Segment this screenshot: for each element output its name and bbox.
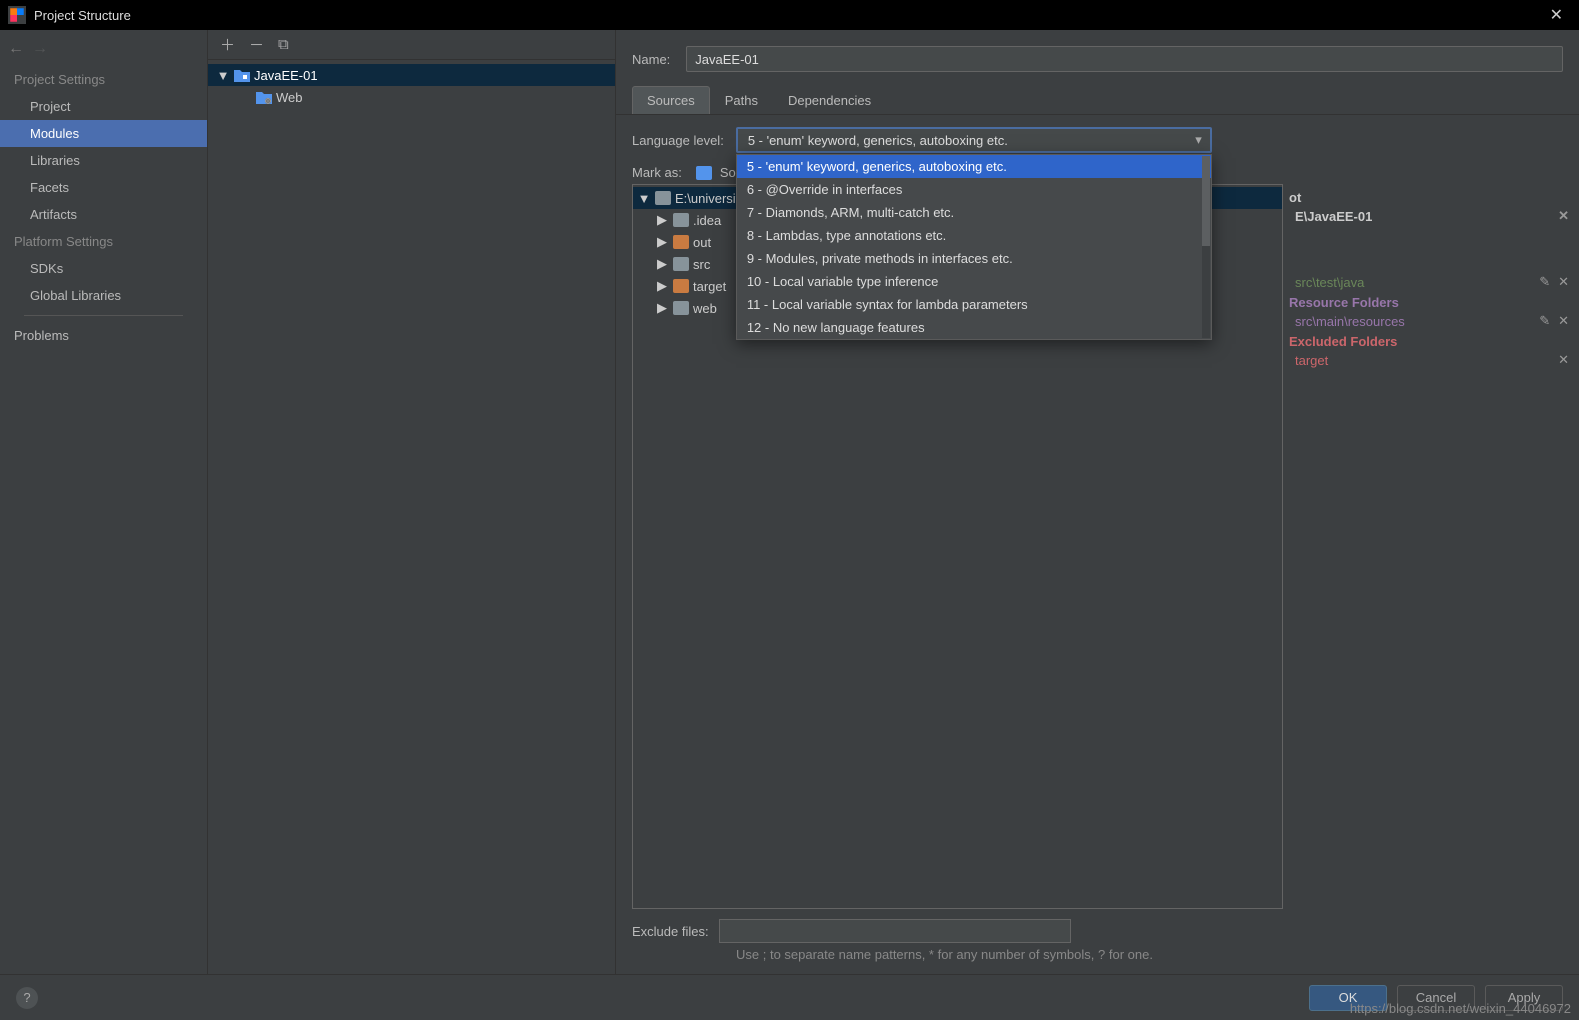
tab-dependencies[interactable]: Dependencies (773, 86, 886, 114)
lang-option[interactable]: 11 - Local variable syntax for lambda pa… (737, 293, 1211, 316)
platform-settings-head: Platform Settings (0, 228, 207, 255)
resource-folder-path: src\main\resources (1295, 314, 1405, 329)
folder-icon (673, 257, 689, 271)
add-module-icon[interactable]: ＋ (220, 34, 235, 55)
content-roots-panel: ot E\JavaEE-01 ✕ src\test\java ✎ ✕ Resour… (1289, 180, 1579, 909)
edit-icon[interactable]: ✎ (1539, 274, 1550, 290)
nav-item-problems[interactable]: Problems (0, 322, 207, 349)
remove-icon[interactable]: ✕ (1558, 208, 1569, 224)
facet-name: Web (276, 90, 303, 105)
chevron-down-icon: ▾ (1195, 132, 1202, 148)
project-settings-head: Project Settings (0, 66, 207, 93)
lang-option[interactable]: 6 - @Override in interfaces (737, 178, 1211, 201)
copy-module-icon[interactable]: ⧉ (278, 36, 289, 53)
nav-item-project[interactable]: Project (0, 93, 207, 120)
excluded-folders-head: Excluded Folders (1289, 334, 1569, 349)
exclude-files-input[interactable] (719, 919, 1071, 943)
lang-option[interactable]: 10 - Local variable type inference (737, 270, 1211, 293)
module-folder-icon (234, 67, 250, 83)
ok-button[interactable]: OK (1309, 985, 1387, 1011)
help-icon[interactable]: ? (16, 987, 38, 1009)
nav-back-icon[interactable]: ← (8, 40, 24, 58)
module-detail-panel: Name: Sources Paths Dependencies Languag… (616, 30, 1579, 974)
mark-as-label: Mark as: (632, 165, 682, 180)
intellij-icon (8, 6, 26, 24)
tree-collapse-icon[interactable]: ▶ (655, 278, 669, 294)
folder-icon (655, 191, 671, 205)
language-level-label: Language level: (632, 133, 724, 148)
tree-collapse-icon[interactable]: ▶ (655, 234, 669, 250)
tree-expand-icon[interactable]: ▼ (216, 68, 230, 83)
folder-icon (673, 301, 689, 315)
nav-item-facets[interactable]: Facets (0, 174, 207, 201)
apply-button[interactable]: Apply (1485, 985, 1563, 1011)
module-tree-item-web[interactable]: Web (208, 86, 615, 108)
lang-option[interactable]: 7 - Diamonds, ARM, multi-catch etc. (737, 201, 1211, 224)
resource-folders-head: Resource Folders (1289, 295, 1569, 310)
folder-icon (673, 279, 689, 293)
tree-collapse-icon[interactable]: ▶ (655, 300, 669, 316)
nav-item-artifacts[interactable]: Artifacts (0, 201, 207, 228)
left-nav: ← → Project Settings Project Modules Lib… (0, 30, 208, 974)
language-level-value: 5 - 'enum' keyword, generics, autoboxing… (748, 133, 1008, 148)
folder-icon (673, 235, 689, 249)
nav-item-global-libraries[interactable]: Global Libraries (0, 282, 207, 309)
excluded-folder-path: target (1295, 353, 1328, 368)
tree-expand-icon[interactable]: ▼ (637, 191, 651, 206)
test-folder-path: src\test\java (1295, 275, 1364, 290)
name-label: Name: (632, 52, 670, 67)
exclude-hint: Use ; to separate name patterns, * for a… (616, 943, 1256, 974)
dropdown-scrollbar[interactable] (1202, 156, 1210, 246)
lang-option[interactable]: 8 - Lambdas, type annotations etc. (737, 224, 1211, 247)
nav-forward-icon[interactable]: → (32, 40, 48, 58)
web-facet-icon (256, 89, 272, 105)
content-root-path: E\JavaEE-01 (1295, 209, 1372, 224)
module-name: JavaEE-01 (254, 68, 318, 83)
tree-collapse-icon[interactable]: ▶ (655, 256, 669, 272)
remove-module-icon[interactable]: － (249, 34, 264, 55)
module-toolbar: ＋ － ⧉ (208, 30, 615, 60)
lang-option[interactable]: 9 - Modules, private methods in interfac… (737, 247, 1211, 270)
nav-item-sdks[interactable]: SDKs (0, 255, 207, 282)
nav-item-libraries[interactable]: Libraries (0, 147, 207, 174)
exclude-files-label: Exclude files: (632, 924, 709, 939)
lang-option[interactable]: 5 - 'enum' keyword, generics, autoboxing… (737, 155, 1211, 178)
content-root-head-suffix: ot (1289, 190, 1301, 205)
dialog-footer: ? OK Cancel Apply (0, 974, 1579, 1020)
language-level-combo[interactable]: 5 - 'enum' keyword, generics, autoboxing… (736, 127, 1212, 153)
remove-icon[interactable]: ✕ (1558, 352, 1569, 368)
nav-item-modules[interactable]: Modules (0, 120, 207, 147)
lang-option[interactable]: 12 - No new language features (737, 316, 1211, 339)
language-level-dropdown: 5 - 'enum' keyword, generics, autoboxing… (736, 154, 1212, 340)
cancel-button[interactable]: Cancel (1397, 985, 1475, 1011)
tab-paths[interactable]: Paths (710, 86, 773, 114)
window-title: Project Structure (34, 8, 131, 23)
edit-icon[interactable]: ✎ (1539, 313, 1550, 329)
close-icon[interactable]: ✕ (1542, 5, 1571, 25)
folder-icon (673, 213, 689, 227)
module-name-input[interactable] (686, 46, 1563, 72)
remove-icon[interactable]: ✕ (1558, 274, 1569, 290)
sources-folder-icon (696, 166, 712, 180)
remove-icon[interactable]: ✕ (1558, 313, 1569, 329)
tree-collapse-icon[interactable]: ▶ (655, 212, 669, 228)
module-list-panel: ＋ － ⧉ ▼ JavaEE-01 Web (208, 30, 616, 974)
module-tree-root[interactable]: ▼ JavaEE-01 (208, 64, 615, 86)
title-bar: Project Structure ✕ (0, 0, 1579, 30)
tab-sources[interactable]: Sources (632, 86, 710, 114)
